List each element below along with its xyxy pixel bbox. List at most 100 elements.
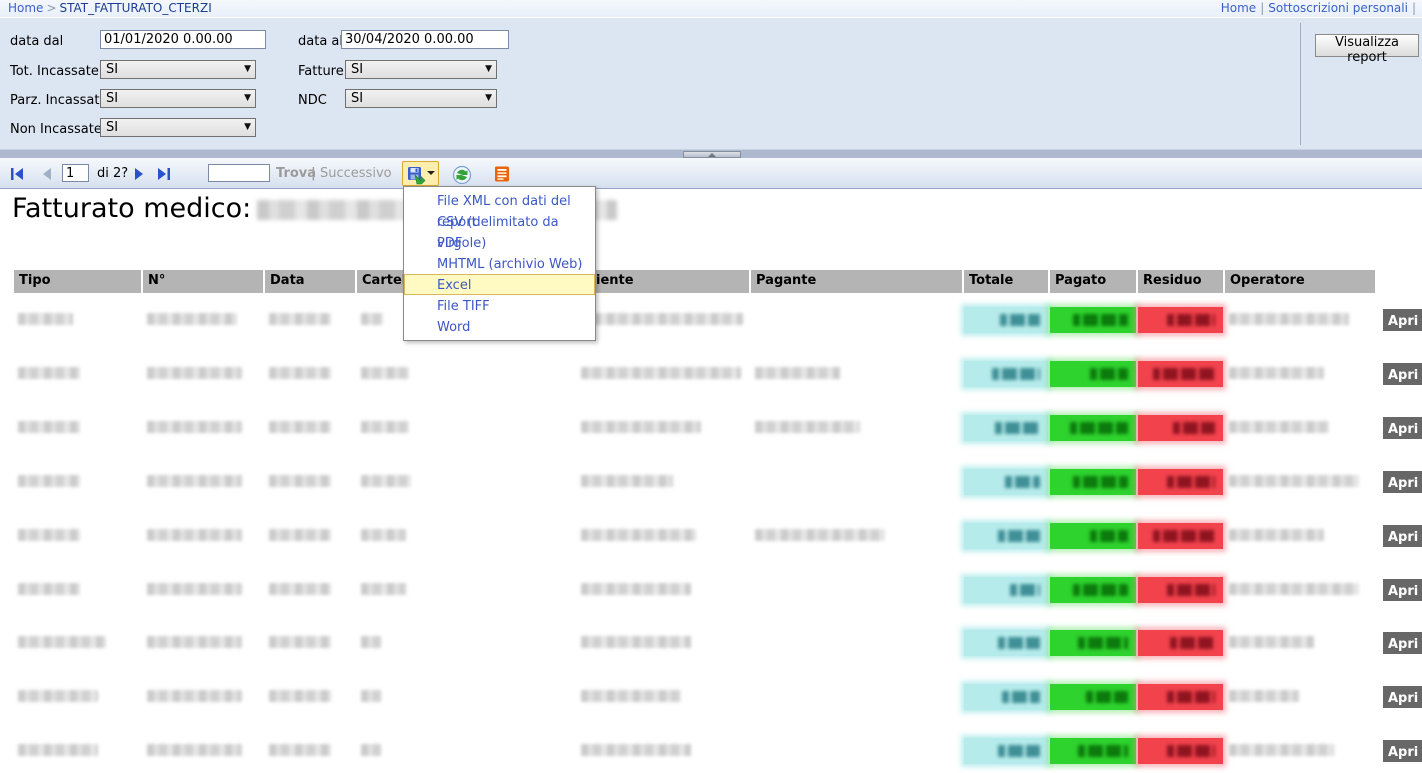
redacted-residuo-amount (1167, 745, 1215, 757)
redacted-operatore (1229, 583, 1359, 595)
collapse-up-icon (708, 153, 716, 157)
refresh-icon[interactable] (452, 165, 472, 185)
breadcrumb-current: STAT_FATTURATO_CTERZI (60, 1, 212, 15)
redacted-operatore (1229, 636, 1314, 648)
non-incassate-select[interactable]: SI ▼ (100, 118, 256, 137)
redacted-residuo-amount (1167, 584, 1215, 596)
pagato-value-cell (1050, 361, 1136, 387)
redacted-totale-amount (998, 530, 1040, 542)
export-caret-icon (427, 171, 435, 175)
top-links: Home|Sottoscrizioni personali| (1221, 1, 1420, 15)
splitter-collapse-handle[interactable] (683, 151, 741, 158)
next-page-icon[interactable] (130, 165, 148, 183)
redacted-n (147, 529, 242, 541)
column-header-data: Data (265, 270, 355, 293)
parz-incassate-label: Parz. Incassate (10, 93, 107, 108)
apri-button[interactable]: Apri F (1383, 363, 1422, 385)
apri-button[interactable]: Apri F (1383, 686, 1422, 708)
redacted-pagato-amount (1073, 584, 1128, 596)
pagato-value-cell (1050, 684, 1136, 710)
find-text-input[interactable] (208, 164, 270, 182)
export-menu-item-file[interactable]: File XML con dati del report (404, 190, 595, 211)
redacted-data (269, 636, 331, 648)
chevron-down-icon: ▼ (485, 64, 492, 74)
redacted-cliente (581, 744, 691, 756)
data-feed-icon[interactable] (493, 165, 511, 183)
totale-value-cell (964, 523, 1048, 549)
redacted-operatore (1229, 313, 1349, 325)
home-link[interactable]: Home (1221, 1, 1256, 15)
redacted-n (147, 636, 242, 648)
pagato-value-cell (1050, 415, 1136, 441)
redacted-pagante (755, 421, 860, 433)
apri-button[interactable]: Apri F (1383, 740, 1422, 762)
fatture-value: SI (351, 62, 363, 77)
redacted-pagato-amount (1086, 691, 1128, 703)
report-viewer-page: Home>STAT_FATTURATO_CTERZI Home|Sottoscr… (0, 0, 1422, 773)
redacted-cartella (361, 313, 383, 325)
redacted-pagato-amount (1078, 745, 1128, 757)
residuo-value-cell (1138, 577, 1223, 603)
redacted-pagato-amount (1078, 637, 1128, 649)
find-next-link[interactable]: Successivo (320, 166, 392, 181)
last-page-icon[interactable] (155, 165, 173, 183)
parz-incassate-select[interactable]: SI ▼ (100, 89, 256, 108)
redacted-totale-amount (1000, 314, 1040, 326)
apri-button[interactable]: Apri F (1383, 471, 1422, 493)
export-menu-item-file[interactable]: File TIFF (404, 295, 595, 316)
export-menu-item-word[interactable]: Word (404, 316, 595, 337)
totale-value-cell (964, 415, 1048, 441)
ndc-value: SI (351, 91, 363, 106)
chevron-down-icon: ▼ (244, 64, 251, 74)
redacted-tipo (18, 367, 80, 379)
data-dal-input[interactable] (100, 30, 266, 49)
apri-button[interactable]: Apri F (1383, 309, 1422, 331)
redacted-pagante (755, 367, 840, 379)
apri-button[interactable]: Apri F (1383, 417, 1422, 439)
residuo-value-cell (1138, 307, 1223, 333)
export-menu-item-mhtml[interactable]: MHTML (archivio Web) (404, 253, 595, 274)
data-al-input[interactable] (341, 30, 509, 49)
redacted-operatore (1229, 421, 1329, 433)
tot-incassate-select[interactable]: SI ▼ (100, 60, 256, 79)
redacted-pagato-amount (1090, 368, 1128, 380)
redacted-cartella (361, 583, 406, 595)
redacted-n (147, 583, 242, 595)
redacted-cliente (581, 475, 673, 487)
pagato-value-cell (1050, 630, 1136, 656)
page-count-label: di 2? (97, 166, 128, 181)
redacted-cartella (361, 636, 381, 648)
export-menu-item-excel[interactable]: Excel (404, 274, 595, 295)
top-bar: Home>STAT_FATTURATO_CTERZI Home|Sottoscr… (0, 0, 1422, 17)
non-incassate-label: Non Incassate (10, 122, 102, 137)
subscriptions-link[interactable]: Sottoscrizioni personali (1268, 1, 1408, 15)
redacted-totale-amount (998, 745, 1040, 757)
totale-value-cell (964, 630, 1048, 656)
first-page-icon[interactable] (8, 165, 26, 183)
residuo-value-cell (1138, 361, 1223, 387)
export-menu-item-pdf[interactable]: PDF (404, 232, 595, 253)
top-links-separator: | (1256, 1, 1268, 15)
redacted-totale-amount (1005, 476, 1040, 488)
breadcrumb-home-link[interactable]: Home (8, 1, 43, 15)
redacted-tipo (18, 744, 98, 756)
ndc-select[interactable]: SI ▼ (345, 89, 497, 108)
column-header-cliente: Cliente (577, 270, 749, 293)
apri-button[interactable]: Apri F (1383, 579, 1422, 601)
view-report-button[interactable]: Visualizza report (1315, 34, 1419, 57)
redacted-data (269, 529, 331, 541)
apri-button[interactable]: Apri F (1383, 525, 1422, 547)
breadcrumb: Home>STAT_FATTURATO_CTERZI (8, 1, 212, 15)
export-button[interactable] (402, 161, 439, 186)
previous-page-icon[interactable] (38, 165, 56, 183)
redacted-operatore (1229, 690, 1299, 702)
apri-button[interactable]: Apri F (1383, 632, 1422, 654)
redacted-residuo-amount (1167, 691, 1215, 703)
export-save-icon (406, 165, 426, 185)
export-menu-item-csv[interactable]: CSV (delimitato da virgole) (404, 211, 595, 232)
redacted-tipo (18, 313, 73, 325)
page-number-input[interactable] (62, 164, 89, 182)
totale-value-cell (964, 738, 1048, 764)
pagato-value-cell (1050, 577, 1136, 603)
fatture-select[interactable]: SI ▼ (345, 60, 497, 79)
